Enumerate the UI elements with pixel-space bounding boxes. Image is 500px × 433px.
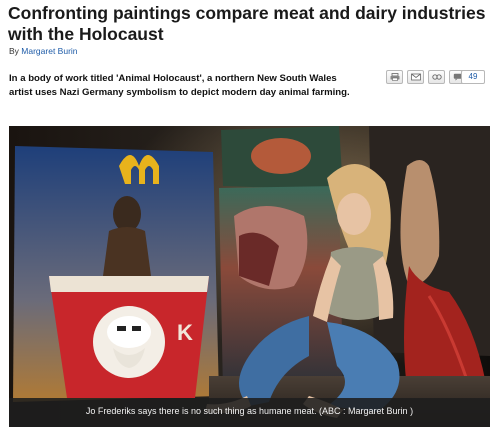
- print-icon[interactable]: [386, 70, 403, 84]
- photo-caption: Jo Frederiks says there is no such thing…: [85, 406, 414, 416]
- article-tools: [386, 70, 466, 84]
- caption-bar: Jo Frederiks says there is no such thing…: [9, 398, 490, 427]
- bucket-letter: K: [177, 320, 193, 345]
- article-intro: In a body of work titled 'Animal Holocau…: [9, 73, 350, 98]
- author-link[interactable]: Margaret Burin: [21, 46, 77, 56]
- share-icon[interactable]: [428, 70, 445, 84]
- photo-scene: K: [9, 126, 490, 427]
- email-icon[interactable]: [407, 70, 424, 84]
- comment-count[interactable]: 49: [461, 70, 485, 84]
- byline: By Margaret Burin: [9, 46, 78, 56]
- article-photo: K Jo Frederiks says there is no such thi…: [9, 126, 490, 427]
- article-headline: Confronting paintings compare meat and d…: [8, 3, 486, 44]
- byline-prefix: By: [9, 46, 19, 56]
